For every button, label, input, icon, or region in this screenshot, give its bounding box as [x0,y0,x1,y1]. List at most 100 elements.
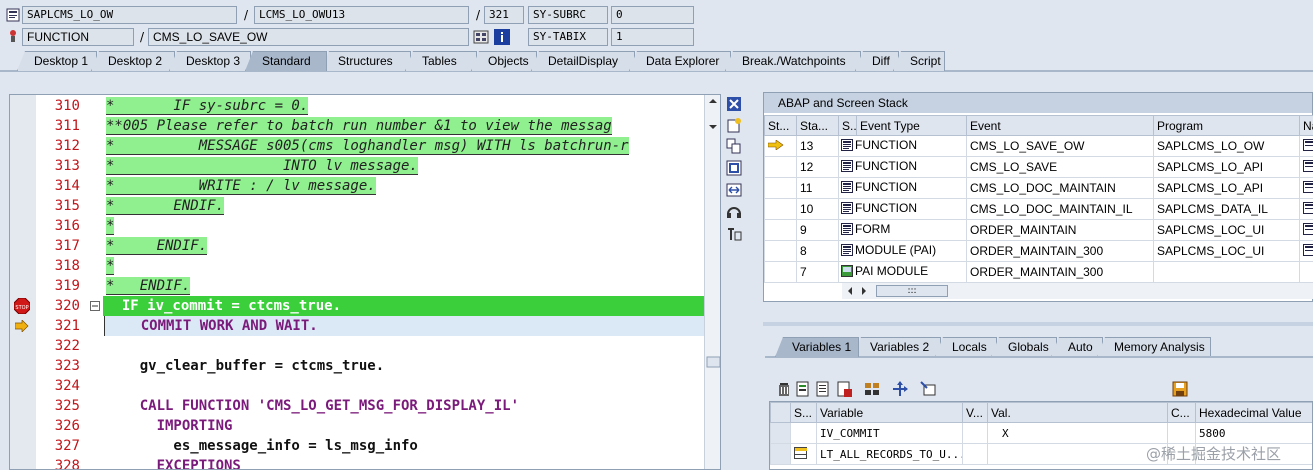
sysfield-value-1[interactable]: 0 [611,6,694,24]
variables-column-header[interactable]: V... [962,402,988,423]
open-object-icon[interactable] [920,381,936,397]
navigate-source-icon[interactable] [1303,201,1313,214]
sysfield-value-2[interactable]: 1 [611,28,694,46]
var-tab-locals[interactable]: Locals [935,337,997,357]
var-tab-globals[interactable]: Globals [991,337,1057,357]
editor-scrollbar[interactable] [704,95,720,469]
variables-column-header[interactable]: C... [1167,402,1196,423]
code-line[interactable]: * IF sy-subrc = 0. [104,96,704,116]
code-line[interactable]: * ENDIF. [104,236,704,256]
stack-row[interactable]: 12 FUNCTION CMS_LO_SAVE SAPLCMS_LO_API [764,156,1313,178]
stack-hscrollbar[interactable]: ::: [842,283,1313,299]
variables-column-header[interactable]: Variable [816,402,963,423]
navigate-source-icon[interactable] [1303,222,1313,235]
stack-row[interactable]: 8 MODULE (PAI) ORDER_MAINTAIN_300 SAPLCMS_L… [764,240,1313,262]
sort-icon[interactable] [864,381,880,397]
tab-structures[interactable]: Structures [321,51,411,71]
navigate-source-icon[interactable] [1303,243,1313,256]
select-all-corner[interactable] [770,402,791,423]
tab-desktop-2[interactable]: Desktop 2 [91,51,175,71]
stack-navigate-cell[interactable] [1299,198,1313,220]
sysfield-name-2[interactable]: SY-TABIX [528,28,608,46]
code-line[interactable]: * WRITE : / lv message. [104,176,704,196]
code-line[interactable]: * MESSAGE s005(cms loghandler msg) WITH … [104,136,704,156]
event-type-field[interactable]: FUNCTION [22,28,134,46]
stack-row[interactable]: 7 PAI MODULE ORDER_MAINTAIN_300 [764,261,1313,283]
variables-column-header[interactable]: Hexadecimal Value [1195,402,1312,423]
tools-icon[interactable] [726,226,742,242]
stack-column-header[interactable]: Na [1299,115,1313,136]
variable-value[interactable]: X [987,422,1168,444]
code-line[interactable]: COMMIT WORK AND WAIT. [104,316,704,336]
stack-navigate-cell[interactable] [1299,156,1313,178]
tab-tables[interactable]: Tables [405,51,477,71]
services-icon[interactable] [726,204,742,220]
code-line[interactable]: * [104,256,704,276]
save-icon[interactable] [1172,381,1188,397]
code-line[interactable]: gv_clear_buffer = ctcms_true. [104,356,704,376]
stack-row[interactable]: 11 FUNCTION CMS_LO_DOC_MAINTAIN SAPLCMS_LO_… [764,177,1313,199]
delete-icon[interactable] [776,381,792,397]
variable-value[interactable] [987,443,1168,465]
code-line[interactable]: * ENDIF. [104,276,704,296]
stack-column-header[interactable]: Program [1153,115,1300,136]
stack-row[interactable]: 10 FUNCTION CMS_LO_DOC_MAINTAIN_IL SAPLCMS_… [764,198,1313,220]
fold-toggle-icon[interactable] [90,300,100,314]
code-line[interactable]: CALL FUNCTION 'CMS_LO_GET_MSG_FOR_DISPLA… [104,396,704,416]
var-tab-auto[interactable]: Auto [1051,337,1103,357]
tab-desktop-3[interactable]: Desktop 3 [169,51,251,71]
var-tab-variables-2[interactable]: Variables 2 [853,337,941,357]
breakpoint-gutter[interactable]: STOP [10,95,36,469]
stack-navigate-cell[interactable] [1299,261,1313,283]
include-field[interactable]: LCMS_LO_OWU13 [254,6,469,24]
pane-splitter[interactable] [763,322,1313,326]
stack-navigate-cell[interactable] [1299,135,1313,157]
stack-column-header[interactable]: Event [966,115,1154,136]
line-field[interactable]: 321 [484,6,524,24]
navigate-source-icon[interactable] [1303,180,1313,193]
stack-column-header[interactable]: Event Type [856,115,967,136]
tab-objects[interactable]: Objects [471,51,537,71]
new-tool-icon[interactable] [726,117,742,133]
code-line[interactable]: * [104,216,704,236]
event-field[interactable]: CMS_LO_SAVE_OW [148,28,469,46]
breakpoint-stop-icon[interactable]: STOP [13,297,31,317]
scroll-thumb[interactable]: ::: [876,285,948,297]
code-line[interactable]: * ENDIF. [104,196,704,216]
maximize-icon[interactable] [726,160,742,176]
stack-navigate-cell[interactable] [1299,177,1313,199]
var-tab-memory-analysis[interactable]: Memory Analysis [1097,337,1211,357]
var-tab-variables-1[interactable]: Variables 1 [775,337,859,357]
swap-icon[interactable] [726,182,742,198]
tab-script[interactable]: Script [893,51,945,71]
variables-column-header[interactable]: Val. [987,402,1168,423]
stack-column-header[interactable]: S... [838,115,857,136]
tab-break-watchpoints[interactable]: Break./Watchpoints [725,51,861,71]
stack-row[interactable]: 9 FORM ORDER_MAINTAIN SAPLCMS_LOC_UI [764,219,1313,241]
navigate-source-icon[interactable] [1303,159,1313,172]
code-area[interactable]: * IF sy-subrc = 0. **005 Please refer to … [103,95,705,469]
stack-column-header[interactable]: Sta... [796,115,839,136]
variable-name[interactable]: LT_ALL_RECORDS_TO_U... [816,443,963,465]
source-code-editor[interactable]: STOP 310 311 312 313 314 315 316 317 318 319 320 32… [9,94,721,470]
tab-diff[interactable]: Diff [855,51,899,71]
navigate-source-icon[interactable] [1303,138,1313,151]
display-object-icon[interactable] [473,29,489,45]
stack-column-header[interactable]: St... [764,115,797,136]
row-selector[interactable] [770,443,791,465]
close-icon[interactable] [726,96,742,112]
stack-row[interactable]: 13 FUNCTION CMS_LO_SAVE_OW SAPLCMS_LO_OW [764,135,1313,157]
code-line[interactable]: es_message_info = ls_msg_info [104,436,704,456]
variables-column-header[interactable]: S... [790,402,817,423]
tab-detaildisplay[interactable]: DetailDisplay [531,51,635,71]
insert-row-icon[interactable] [795,381,811,397]
code-line[interactable] [104,376,704,396]
navigate-icon[interactable] [892,381,908,397]
code-line[interactable]: **005 Please refer to batch run number &… [104,116,704,136]
stack-navigate-cell[interactable] [1299,240,1313,262]
code-line[interactable] [104,336,704,356]
save-variables-icon[interactable] [836,381,852,397]
tab-data-explorer[interactable]: Data Explorer [629,51,731,71]
info-icon[interactable] [494,29,510,45]
variable-name[interactable]: IV_COMMIT [816,422,963,444]
